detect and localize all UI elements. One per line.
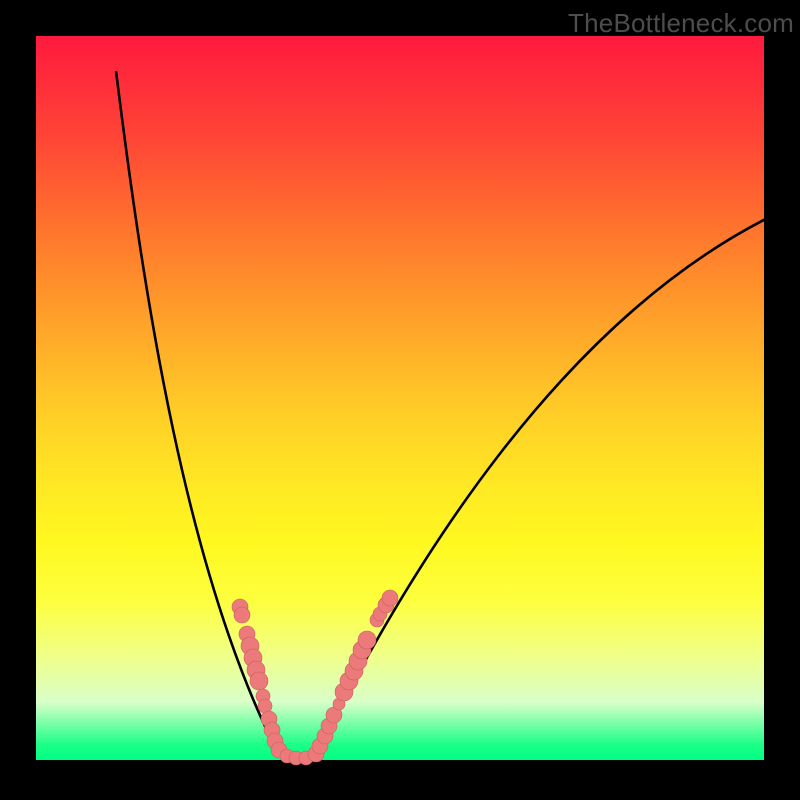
chart-frame: TheBottleneck.com [0,0,800,800]
data-marker [358,631,376,649]
data-marker [250,672,268,690]
chart-svg [0,0,800,800]
data-marker [382,590,398,606]
data-marker [234,607,250,623]
bottleneck-curve-right [314,202,800,757]
data-markers-group [232,590,398,765]
